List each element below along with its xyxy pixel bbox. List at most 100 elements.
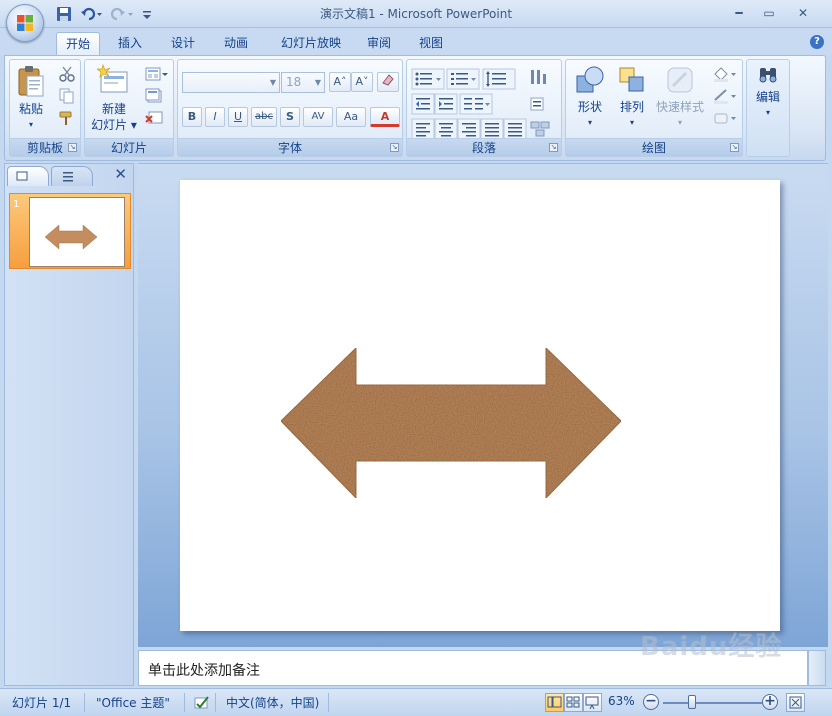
slideshow-icon (585, 696, 599, 710)
italic-button[interactable]: I (205, 107, 225, 127)
arrange-button[interactable]: 排列 ▾ (612, 64, 652, 131)
delete-slide-icon[interactable] (145, 110, 163, 126)
tab-design[interactable]: 设计 (160, 32, 206, 56)
columns-icon[interactable] (459, 93, 493, 115)
chevron-down-icon: ▾ (629, 118, 634, 127)
character-spacing-button[interactable]: AV (303, 107, 333, 127)
slide-sorter-icon (566, 696, 580, 708)
font-size-dropdown[interactable]: 18 ▼ (281, 72, 325, 93)
line-spacing-icon[interactable] (482, 68, 516, 90)
paragraph-launcher-icon[interactable]: ↘ (549, 143, 558, 152)
slideshow-view-button[interactable] (583, 693, 602, 712)
chevron-down-icon: ▼ (269, 78, 276, 87)
shape-outline-icon[interactable] (712, 88, 738, 104)
shrink-font-button[interactable]: A˅ (351, 72, 373, 92)
minimize-button[interactable]: ━ (726, 4, 752, 22)
status-separator (215, 693, 216, 712)
tab-animation[interactable]: 动画 (213, 32, 259, 56)
align-left-icon[interactable] (411, 118, 435, 140)
clear-formatting-button[interactable] (377, 72, 399, 92)
shapes-button[interactable]: 形状 ▾ (570, 64, 610, 131)
layout-icon[interactable] (145, 66, 169, 82)
text-direction-icon[interactable] (531, 70, 546, 84)
find-binoculars-icon (759, 68, 777, 83)
cut-icon[interactable] (58, 66, 76, 82)
shape-effects-icon[interactable] (712, 110, 738, 126)
tab-review[interactable]: 审阅 (356, 32, 402, 56)
tab-outline[interactable] (51, 166, 93, 186)
zoom-out-button[interactable]: − (643, 694, 659, 710)
slide-canvas[interactable] (180, 180, 780, 631)
clipboard-launcher-icon[interactable]: ↘ (68, 143, 77, 152)
bullets-icon[interactable] (411, 68, 445, 90)
language-status[interactable]: 中文(简体，中国) (226, 694, 319, 711)
spellcheck-icon[interactable] (193, 695, 211, 711)
font-color-button[interactable]: A (370, 107, 400, 127)
tab-view[interactable]: 视图 (408, 32, 454, 56)
notes-scrollbar[interactable] (808, 650, 826, 686)
zoom-slider-track[interactable] (663, 702, 762, 704)
drawing-launcher-icon[interactable]: ↘ (730, 143, 739, 152)
status-bar: 幻灯片 1/1 "Office 主题" 中文(简体，中国) 63% − + (0, 688, 832, 716)
smartart-icon[interactable] (530, 121, 550, 137)
copy-icon[interactable] (58, 88, 76, 104)
paste-dropdown-arrow[interactable]: ▾ (14, 117, 48, 133)
normal-view-button[interactable] (545, 693, 564, 712)
maximize-button[interactable]: ▭ (756, 4, 782, 22)
zoom-in-button[interactable]: + (762, 694, 778, 710)
zoom-level-label[interactable]: 63% (608, 694, 635, 708)
editing-label: 编辑 (755, 90, 780, 104)
format-painter-icon[interactable] (58, 110, 76, 126)
editing-button[interactable]: 编辑 ▾ (749, 64, 787, 121)
tab-home[interactable]: 开始 (56, 32, 100, 56)
distribute-icon[interactable] (503, 118, 527, 140)
shadow-button[interactable]: S (280, 107, 300, 127)
slide-thumbnail-icon (16, 171, 28, 181)
thumbnail-arrow-shape (44, 224, 98, 250)
new-slide-button[interactable]: 新建 幻灯片 ▾ (89, 63, 139, 133)
close-pane-icon[interactable]: ✕ (114, 165, 127, 183)
office-button[interactable] (6, 4, 44, 42)
underline-button[interactable]: U (228, 107, 248, 127)
status-separator (328, 693, 329, 712)
shape-fill-icon[interactable] (712, 66, 738, 82)
slides-group: 新建 幻灯片 ▾ 幻灯片 (84, 59, 174, 157)
justify-icon[interactable] (480, 118, 504, 140)
font-launcher-icon[interactable]: ↘ (390, 143, 399, 152)
zoom-slider-thumb[interactable] (688, 695, 697, 709)
align-text-icon[interactable] (530, 97, 544, 111)
align-right-icon[interactable] (457, 118, 481, 140)
quick-styles-button[interactable]: 快速样式 ▾ (654, 64, 706, 131)
slides-group-label: 幻灯片 (85, 138, 173, 156)
tab-insert[interactable]: 插入 (108, 32, 152, 56)
tab-slides-thumbnails[interactable] (7, 166, 49, 186)
ribbon: 粘贴 ▾ 剪贴板 ↘ 新建 幻灯片 ▾ 幻灯片 ▼ 18 ▼ A˄ A˅ B I… (4, 55, 826, 161)
strikethrough-button[interactable]: abc (251, 107, 277, 127)
drawing-group-label: 绘图 (566, 138, 742, 156)
help-icon[interactable]: ? (810, 35, 824, 49)
reset-slide-icon[interactable] (145, 88, 163, 104)
grow-font-button[interactable]: A˄ (329, 72, 351, 92)
quick-styles-label: 快速样式 (655, 100, 704, 114)
change-case-button[interactable]: Aa (336, 107, 366, 127)
decrease-indent-icon[interactable] (411, 93, 435, 115)
shapes-label: 形状 (577, 100, 602, 114)
ribbon-tabs: 开始 插入 设计 动画 幻灯片放映 审阅 视图 ? (0, 28, 832, 56)
slide-thumbnail-1[interactable]: 1 (9, 193, 131, 269)
close-button[interactable]: ✕ (790, 4, 816, 22)
paragraph-controls (411, 68, 550, 140)
left-right-arrow-shape[interactable] (180, 180, 780, 631)
slide-count-status: 幻灯片 1/1 (12, 696, 72, 710)
new-slide-label-1: 新建 (101, 102, 126, 116)
font-name-dropdown[interactable]: ▼ (182, 72, 280, 93)
slide-sorter-view-button[interactable] (564, 693, 583, 712)
paste-button[interactable]: 粘贴 ▾ (14, 64, 48, 133)
bold-button[interactable]: B (182, 107, 202, 127)
increase-indent-icon[interactable] (434, 93, 458, 115)
tab-slideshow[interactable]: 幻灯片放映 (268, 32, 354, 56)
arrange-icon (619, 67, 644, 92)
numbering-icon[interactable] (446, 68, 480, 90)
align-center-icon[interactable] (434, 118, 458, 140)
fit-to-window-button[interactable] (786, 693, 805, 712)
chevron-down-icon: ▾ (677, 118, 682, 127)
